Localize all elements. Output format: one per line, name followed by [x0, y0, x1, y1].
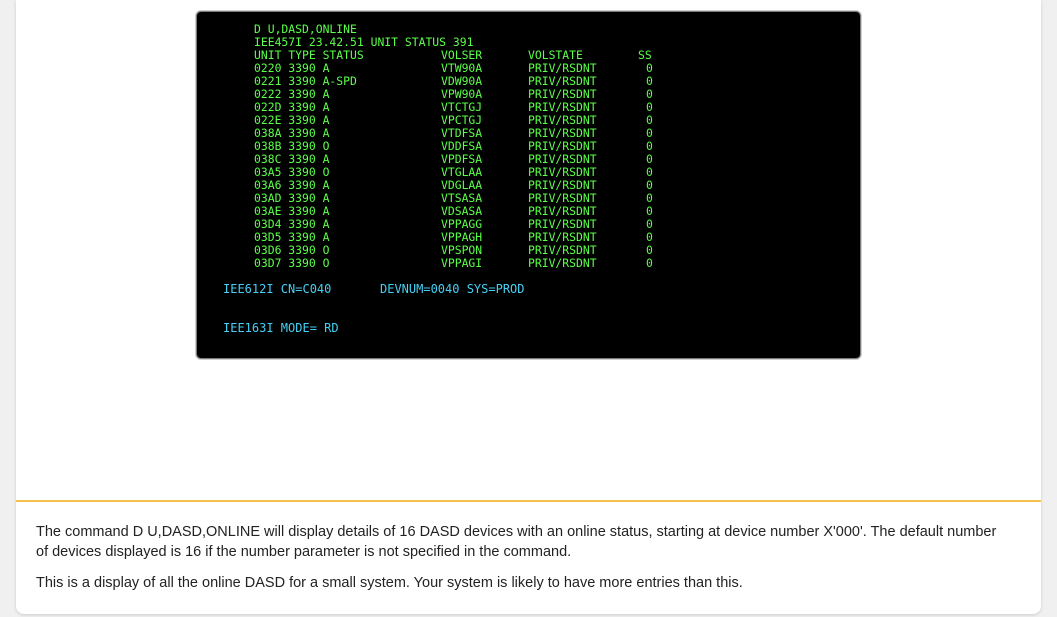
- row-unit: 03D7 3390 O: [254, 256, 330, 270]
- console-screenshot: D U,DASD,ONLINE IEE457I 23.42.51 UNIT ST…: [196, 11, 861, 359]
- row-volstate: PRIV/RSDNT: [528, 256, 597, 270]
- section-divider: [16, 500, 1041, 502]
- content-card: D U,DASD,ONLINE IEE457I 23.42.51 UNIT ST…: [16, 0, 1041, 614]
- message-cn: IEE612I CN=C040: [223, 282, 332, 296]
- row-volser: VPPAGI: [441, 256, 483, 270]
- row-ss: 0: [646, 256, 653, 270]
- description-paragraph-1: The command D U,DASD,ONLINE will display…: [36, 524, 997, 560]
- message-mode: IEE163I MODE= RD: [223, 321, 339, 335]
- description-paragraph-2: This is a display of all the online DASD…: [36, 575, 743, 591]
- message-devnum: DEVNUM=0040 SYS=PROD: [380, 282, 525, 296]
